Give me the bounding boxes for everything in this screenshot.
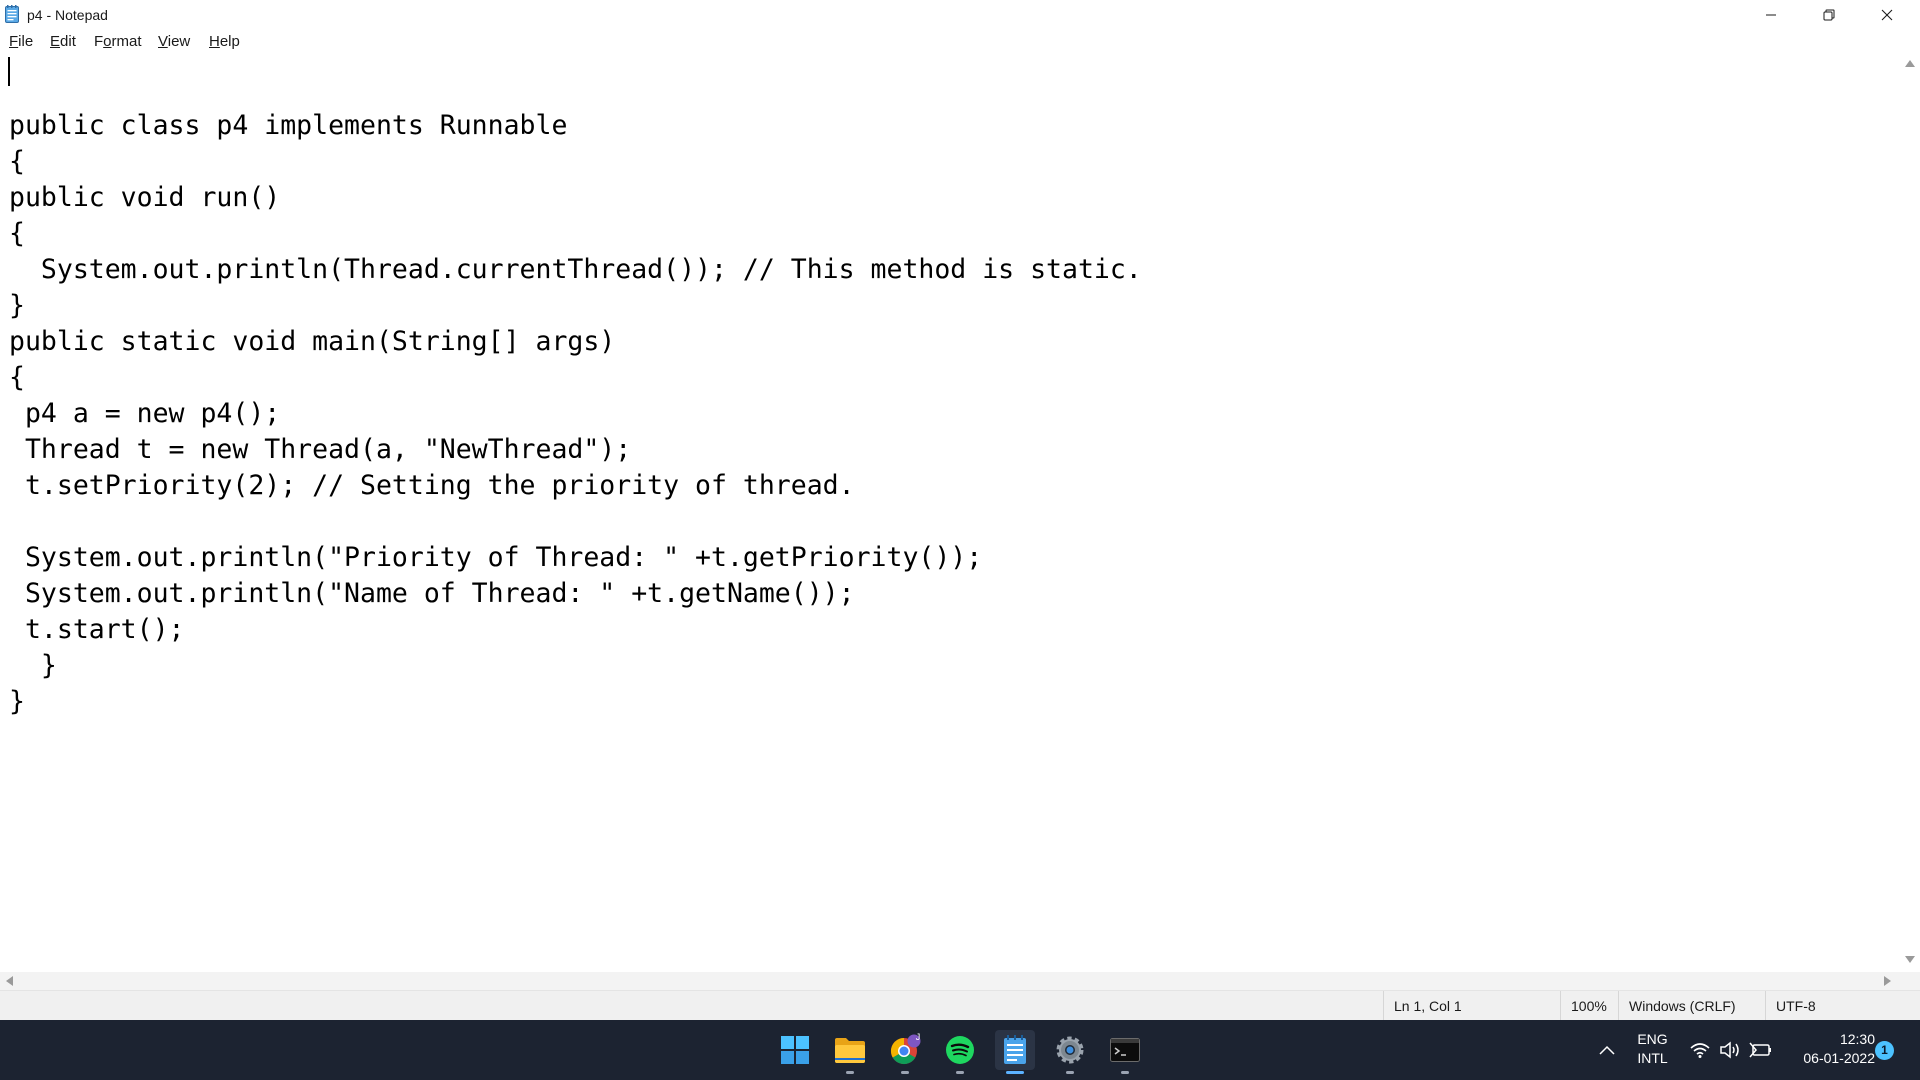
taskbar-settings[interactable]	[1050, 1030, 1090, 1070]
taskbar-notepad[interactable]	[995, 1030, 1035, 1070]
start-icon	[781, 1036, 809, 1064]
code-line: {	[9, 146, 25, 177]
code-line: {	[9, 218, 25, 249]
keyboard-layout: INTL	[1637, 1050, 1668, 1066]
taskbar-terminal[interactable]	[1105, 1030, 1145, 1070]
taskbar-spotify[interactable]	[940, 1030, 980, 1070]
running-indicator	[1121, 1071, 1129, 1074]
menu-help-label: elp	[219, 33, 240, 50]
menu-view-mnemonic: V	[158, 33, 168, 50]
restore-button[interactable]	[1800, 0, 1858, 30]
scroll-right-icon[interactable]	[1884, 976, 1891, 986]
menu-view-label: iew	[167, 33, 191, 50]
menu-file-label: ile	[18, 33, 34, 50]
text-caret	[8, 57, 10, 86]
menu-format-label: rmat	[111, 33, 142, 50]
cursor-position: Ln 1, Col 1	[1383, 991, 1560, 1021]
code-line: }	[9, 686, 25, 717]
chevron-up-icon	[1599, 1045, 1615, 1055]
title-bar: p4 - Notepad	[0, 0, 1920, 30]
status-bar: Ln 1, Col 1 100% Windows (CRLF) UTF-8	[0, 990, 1920, 1021]
code-line: System.out.println("Priority of Thread: …	[9, 542, 983, 573]
settings-icon	[1056, 1036, 1084, 1064]
code-line: p4 a = new p4();	[9, 398, 281, 429]
active-indicator	[1006, 1071, 1024, 1074]
menu-edit[interactable]: Edit	[50, 33, 76, 50]
vertical-scrollbar[interactable]	[1900, 54, 1920, 972]
window-title: p4 - Notepad	[27, 7, 108, 23]
menu-file[interactable]: File	[9, 33, 33, 50]
close-icon	[1881, 9, 1893, 21]
close-button[interactable]	[1858, 0, 1916, 30]
code-line: {	[9, 362, 25, 393]
code-line: t.setPriority(2); // Setting the priorit…	[9, 470, 855, 501]
clock-date: 06-01-2022	[1803, 1050, 1875, 1066]
terminal-icon	[1110, 1038, 1140, 1062]
menu-help-mnemonic: H	[209, 33, 220, 50]
clock[interactable]: 12:30 06-01-2022	[1780, 1030, 1875, 1068]
code-line: System.out.println("Name of Thread: " +t…	[9, 578, 855, 609]
battery-icon	[1749, 1042, 1771, 1058]
volume-icon	[1720, 1041, 1739, 1059]
taskbar-file-explorer[interactable]	[830, 1030, 870, 1070]
menu-edit-mnemonic: E	[50, 33, 61, 50]
scroll-left-icon[interactable]	[6, 976, 13, 986]
code-line: t.start();	[9, 614, 185, 645]
horizontal-scrollbar[interactable]	[0, 972, 1900, 990]
code-line: public class p4 implements Runnable	[9, 110, 568, 141]
scroll-down-icon[interactable]	[1905, 956, 1915, 963]
notepad-icon	[1004, 1035, 1026, 1064]
notepad-icon	[5, 5, 19, 23]
code-line: System.out.println(Thread.currentThread(…	[9, 254, 1142, 285]
menu-bar: File Edit Format View Help	[0, 30, 1920, 54]
wifi-icon	[1690, 1043, 1710, 1058]
minimize-icon	[1766, 14, 1776, 16]
running-indicator	[846, 1071, 854, 1074]
menu-edit-label: dit	[60, 33, 76, 50]
spotify-icon	[946, 1036, 974, 1064]
line-ending: Windows (CRLF)	[1618, 991, 1765, 1021]
clock-time: 12:30	[1839, 1031, 1875, 1047]
text-editor[interactable]: public class p4 implements Runnable { pu…	[0, 54, 1900, 972]
show-hidden-icons-button[interactable]	[1592, 1030, 1622, 1070]
menu-file-mnemonic: F	[9, 33, 19, 50]
scroll-corner	[1900, 972, 1920, 990]
restore-icon	[1823, 9, 1835, 21]
menu-view[interactable]: View	[158, 33, 190, 50]
menu-format[interactable]: Format	[94, 33, 142, 50]
code-line: public void run()	[9, 182, 281, 213]
language-code: ENG	[1637, 1031, 1668, 1047]
taskbar-chrome[interactable]: J	[885, 1030, 925, 1070]
file-explorer-icon	[835, 1038, 865, 1063]
scroll-up-icon[interactable]	[1905, 60, 1915, 67]
running-indicator	[901, 1071, 909, 1074]
code-line: Thread t = new Thread(a, "NewThread");	[9, 434, 632, 465]
code-line: public static void main(String[] args)	[9, 326, 616, 357]
start-button[interactable]	[775, 1030, 815, 1070]
minimize-button[interactable]	[1742, 0, 1800, 30]
quick-settings-button[interactable]	[1685, 1030, 1795, 1070]
code-line: }	[9, 290, 25, 321]
notification-badge[interactable]: 1	[1875, 1041, 1894, 1060]
running-indicator	[956, 1071, 964, 1074]
chrome-profile-badge: J	[915, 1032, 921, 1042]
menu-format-mnemonic: o	[103, 33, 112, 50]
menu-format-prefix: F	[94, 33, 104, 50]
encoding: UTF-8	[1765, 991, 1920, 1021]
menu-help[interactable]: Help	[209, 33, 240, 50]
zoom-level: 100%	[1560, 991, 1618, 1021]
language-indicator[interactable]: ENG INTL	[1630, 1030, 1675, 1068]
running-indicator	[1066, 1071, 1074, 1074]
code-line: }	[9, 650, 57, 681]
